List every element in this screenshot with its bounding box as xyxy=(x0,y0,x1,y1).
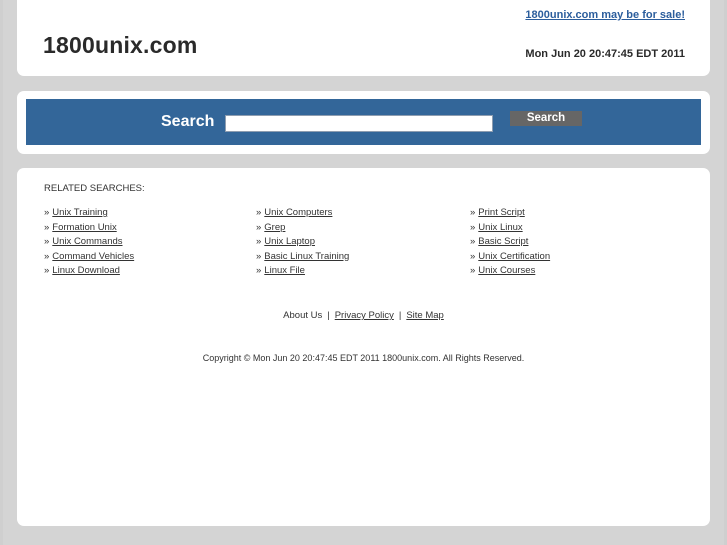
privacy-policy-link[interactable]: Privacy Policy xyxy=(335,310,394,321)
about-us-link[interactable]: About Us xyxy=(283,310,322,321)
list-item: » Grep xyxy=(256,221,349,236)
bullet: » xyxy=(256,265,262,276)
bullet: » xyxy=(44,265,50,276)
content-panel: RELATED SEARCHES: » Unix Training » Format… xyxy=(17,168,710,526)
search-label: Search xyxy=(161,113,215,130)
bullet: » xyxy=(256,207,262,218)
header-panel: 1800unix.com may be for sale! 1800unix.c… xyxy=(17,0,710,76)
related-link-unix-commands[interactable]: Unix Commands xyxy=(52,236,122,247)
list-item: » Formation Unix xyxy=(44,221,134,236)
list-item: » Basic Script xyxy=(470,235,550,250)
bullet: » xyxy=(44,207,50,218)
bullet: » xyxy=(256,250,262,262)
related-link-grep[interactable]: Grep xyxy=(264,222,285,233)
list-item: » Linux Download xyxy=(44,264,134,279)
header-datetime: Mon Jun 20 20:47:45 EDT 2011 xyxy=(525,48,685,60)
related-link-print-script[interactable]: Print Script xyxy=(478,207,524,218)
bullet: » xyxy=(256,236,262,247)
search-bar: Search Search xyxy=(26,99,701,145)
bullet: » xyxy=(44,221,50,233)
related-link-linux-file[interactable]: Linux File xyxy=(264,265,305,276)
search-panel: Search Search xyxy=(17,91,710,154)
related-link-unix-computers[interactable]: Unix Computers xyxy=(264,207,332,218)
related-link-unix-certification[interactable]: Unix Certification xyxy=(478,251,550,262)
copyright-text: Copyright © Mon Jun 20 20:47:45 EDT 2011… xyxy=(202,353,525,363)
related-link-basic-script[interactable]: Basic Script xyxy=(478,236,528,247)
list-item: » Unix Certification xyxy=(470,250,550,265)
list-item: » Command Vehicles xyxy=(44,250,134,265)
related-link-unix-courses[interactable]: Unix Courses xyxy=(478,265,535,276)
related-link-formation-unix[interactable]: Formation Unix xyxy=(52,222,116,233)
list-item: » Print Script xyxy=(470,206,550,221)
footer-links: About Us | Privacy Policy | Site Map xyxy=(17,310,710,321)
bullet: » xyxy=(256,221,262,233)
related-link-linux-download[interactable]: Linux Download xyxy=(52,265,120,276)
related-link-unix-training[interactable]: Unix Training xyxy=(52,207,107,218)
search-input[interactable] xyxy=(225,115,493,132)
list-item: » Unix Training xyxy=(44,206,134,221)
bullet: » xyxy=(470,207,476,218)
list-item: » Unix Commands xyxy=(44,235,134,250)
related-link-basic-linux-training[interactable]: Basic Linux Training xyxy=(264,251,349,262)
list-item: » Unix Laptop xyxy=(256,235,349,250)
related-link-command-vehicles[interactable]: Command Vehicles xyxy=(52,251,134,262)
site-map-link[interactable]: Site Map xyxy=(406,310,444,321)
bullet: » xyxy=(470,265,476,276)
site-title: 1800unix.com xyxy=(43,32,198,58)
list-item: » Unix Courses xyxy=(470,264,550,279)
related-link-unix-laptop[interactable]: Unix Laptop xyxy=(264,236,315,247)
related-column-3: » Print Script » Unix Linux » Basic Script … xyxy=(470,206,550,279)
list-item: » Unix Linux xyxy=(470,221,550,236)
list-item: » Basic Linux Training xyxy=(256,250,349,265)
bullet: » xyxy=(44,250,50,262)
related-column-2: » Unix Computers » Grep » Unix Laptop » Basi… xyxy=(256,206,349,279)
domain-for-sale-link[interactable]: 1800unix.com may be for sale! xyxy=(525,9,685,21)
footer-separator: | xyxy=(398,310,402,321)
bullet: » xyxy=(470,236,476,247)
list-item: » Unix Computers xyxy=(256,206,349,221)
list-item: » Linux File xyxy=(256,264,349,279)
footer-separator: | xyxy=(327,310,330,321)
bullet: » xyxy=(470,250,476,262)
related-searches-title: RELATED SEARCHES: xyxy=(44,183,145,194)
related-link-unix-linux[interactable]: Unix Linux xyxy=(478,222,522,233)
search-button[interactable]: Search xyxy=(510,111,582,126)
bullet: » xyxy=(44,236,50,247)
bullet: » xyxy=(470,221,476,233)
related-column-1: » Unix Training » Formation Unix » Unix Com… xyxy=(44,206,134,279)
